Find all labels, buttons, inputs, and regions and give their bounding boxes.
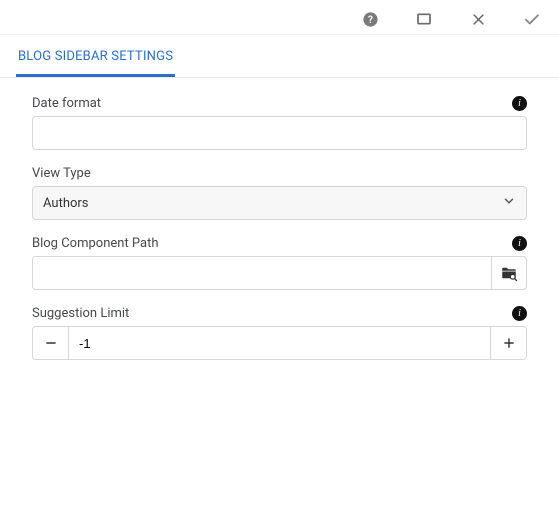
field-date-format: Date format i	[32, 96, 527, 150]
date-format-input[interactable]	[32, 116, 527, 150]
chevron-down-icon	[502, 194, 516, 212]
fullscreen-icon[interactable]	[415, 10, 433, 28]
info-icon[interactable]: i	[512, 236, 527, 251]
view-type-value: Authors	[43, 196, 89, 211]
stepper-increment-button[interactable]	[491, 326, 527, 360]
form: Date format i View Type Authors Blog Com…	[0, 78, 559, 394]
tabs: BLOG SIDEBAR SETTINGS	[0, 35, 559, 78]
view-type-select[interactable]: Authors	[32, 186, 527, 220]
suggestion-limit-stepper	[32, 326, 527, 360]
svg-text:?: ?	[368, 15, 373, 26]
help-icon[interactable]: ?	[361, 10, 379, 28]
path-browse-button[interactable]	[491, 256, 527, 290]
stepper-decrement-button[interactable]	[32, 326, 68, 360]
field-view-type: View Type Authors	[32, 166, 527, 220]
info-icon[interactable]: i	[512, 306, 527, 321]
close-icon[interactable]	[469, 10, 487, 28]
label-view-type: View Type	[32, 166, 91, 181]
field-blog-component-path: Blog Component Path i	[32, 236, 527, 290]
field-suggestion-limit: Suggestion Limit i	[32, 306, 527, 360]
label-blog-component-path: Blog Component Path	[32, 236, 159, 251]
label-suggestion-limit: Suggestion Limit	[32, 306, 129, 321]
blog-component-path-input[interactable]	[32, 256, 491, 290]
done-icon[interactable]	[523, 10, 541, 28]
info-icon[interactable]: i	[512, 96, 527, 111]
label-date-format: Date format	[32, 96, 101, 111]
dialog-toolbar: ?	[0, 0, 559, 35]
tab-blog-sidebar-settings[interactable]: BLOG SIDEBAR SETTINGS	[16, 35, 175, 77]
suggestion-limit-input[interactable]	[68, 326, 491, 360]
